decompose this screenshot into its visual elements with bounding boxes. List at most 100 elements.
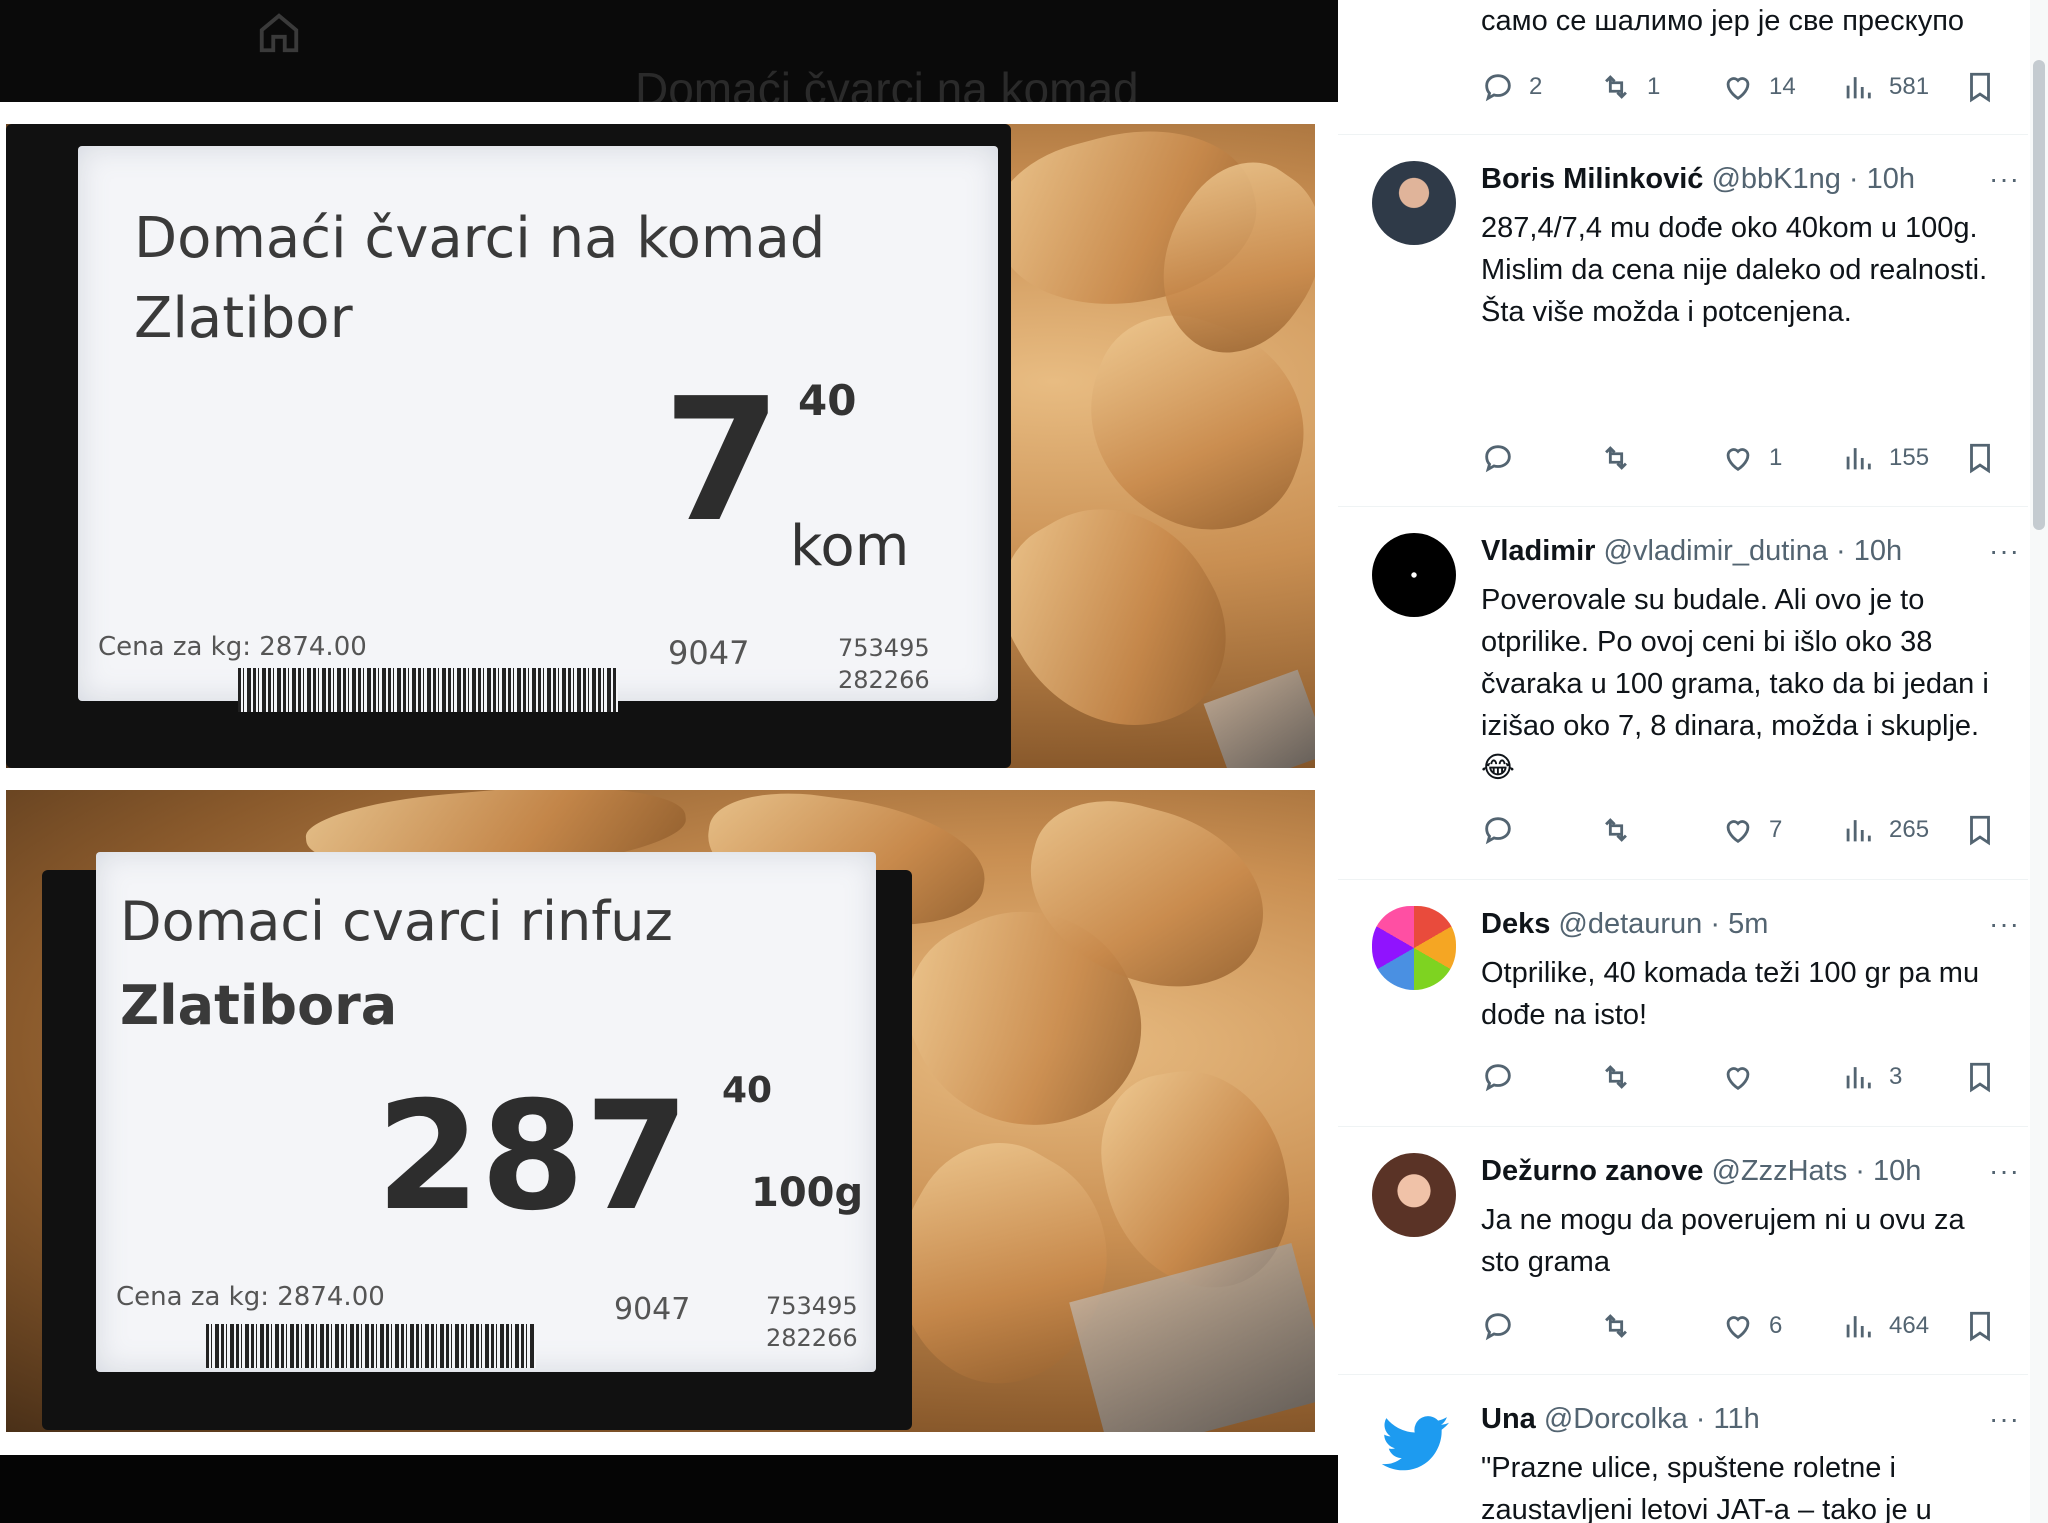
views-count: 265 bbox=[1889, 816, 1930, 843]
home-icon[interactable] bbox=[256, 10, 302, 56]
bookmark-icon bbox=[1970, 72, 1990, 103]
reply-button[interactable] bbox=[1481, 1309, 1529, 1343]
bookmark-icon bbox=[1970, 1062, 1990, 1093]
price-tag-photo-1[interactable]: Domaći čvarci na komad Zlatibor 7 40 kom… bbox=[6, 124, 1315, 768]
repost-icon bbox=[1605, 446, 1627, 470]
views-button[interactable]: 581 bbox=[1841, 70, 1929, 104]
repost-icon bbox=[1605, 1065, 1627, 1089]
heart-icon bbox=[1726, 448, 1750, 472]
reply-text: Otprilike, 40 komada teži 100 gr pa mu d… bbox=[1481, 957, 1980, 1031]
repost-icon bbox=[1605, 818, 1627, 842]
bookmark-button[interactable] bbox=[1965, 1060, 1995, 1094]
barcode bbox=[238, 668, 618, 712]
avatar[interactable] bbox=[1372, 1153, 1456, 1237]
replies-column[interactable]: само се шалимо јер је све прескупо 2 1 1… bbox=[1338, 0, 2048, 1523]
like-button[interactable]: 7 bbox=[1721, 813, 1782, 847]
repost-button[interactable]: 1 bbox=[1599, 70, 1660, 104]
views-button[interactable]: 265 bbox=[1841, 813, 1929, 847]
views-icon bbox=[1846, 1067, 1871, 1089]
reply[interactable]: Vladimir @vladimir_dutina · 10h ··· Pove… bbox=[1338, 507, 2028, 880]
bookmark-button[interactable] bbox=[1965, 813, 1995, 847]
views-icon bbox=[1846, 820, 1871, 842]
reply[interactable]: Dežurno zanove @ZzzHats · 10h ··· Ja ne … bbox=[1338, 1127, 2028, 1375]
views-count: 3 bbox=[1889, 1063, 1903, 1090]
label-price-decimals: 40 bbox=[722, 1070, 773, 1111]
viewer-bottom-bar bbox=[0, 1455, 1338, 1523]
reply-header: Una @Dorcolka · 11h bbox=[1481, 1403, 1760, 1436]
like-button[interactable]: 6 bbox=[1721, 1309, 1782, 1343]
reply-count: 2 bbox=[1529, 73, 1543, 100]
handle-and-time[interactable]: @bbK1ng · 10h bbox=[1711, 163, 1915, 195]
like-button[interactable] bbox=[1721, 1060, 1769, 1094]
price-label: Domaći čvarci na komad Zlatibor 7 40 kom… bbox=[78, 146, 998, 712]
display-name[interactable]: Boris Milinković bbox=[1481, 163, 1703, 195]
price-tag-photo-2[interactable]: Domaci cvarci rinfuz Zlatibora 287 40 10… bbox=[6, 790, 1315, 1432]
reply-actions: 1 155 bbox=[1481, 441, 2001, 481]
more-options-icon[interactable]: ··· bbox=[1989, 1155, 2020, 1187]
reply-header: Vladimir @vladimir_dutina · 10h bbox=[1481, 535, 1902, 568]
repost-button[interactable] bbox=[1599, 813, 1647, 847]
reply-icon bbox=[1485, 445, 1511, 473]
reply[interactable]: Una @Dorcolka · 11h ··· "Prazne ulice, s… bbox=[1338, 1375, 2028, 1523]
reply-text: само се шалимо јер је све прескупо bbox=[1481, 5, 1965, 37]
more-options-icon[interactable]: ··· bbox=[1989, 535, 2020, 567]
reply-button[interactable] bbox=[1481, 441, 1529, 475]
scrollbar-thumb[interactable] bbox=[2033, 60, 2045, 530]
reply-button[interactable] bbox=[1481, 813, 1529, 847]
like-count: 1 bbox=[1769, 444, 1783, 471]
label-price: 7 bbox=[663, 362, 782, 560]
label-code-3: 282266 bbox=[838, 666, 930, 694]
more-options-icon[interactable]: ··· bbox=[1989, 908, 2020, 940]
bookmark-button[interactable] bbox=[1965, 70, 1995, 104]
reply-icon bbox=[1485, 817, 1511, 845]
more-options-icon[interactable]: ··· bbox=[1989, 163, 2020, 195]
heart-icon bbox=[1726, 820, 1750, 844]
reply[interactable]: Deks @detaurun · 5m ··· Otprilike, 40 ko… bbox=[1338, 880, 2028, 1127]
handle-and-time[interactable]: @ZzzHats · 10h bbox=[1711, 1155, 1921, 1187]
handle-and-time[interactable]: @Dorcolka · 11h bbox=[1544, 1403, 1760, 1435]
repost-button[interactable] bbox=[1599, 1309, 1647, 1343]
reply-button[interactable]: 2 bbox=[1481, 70, 1542, 104]
views-icon bbox=[1846, 77, 1871, 99]
repost-button[interactable] bbox=[1599, 441, 1647, 475]
label-code-3: 282266 bbox=[766, 1324, 858, 1352]
avatar[interactable] bbox=[1372, 1401, 1456, 1485]
reply-actions: 3 bbox=[1481, 1060, 2001, 1100]
scrollbar-track[interactable] bbox=[2030, 0, 2048, 1523]
display-name[interactable]: Dežurno zanove bbox=[1481, 1155, 1703, 1187]
repost-button[interactable] bbox=[1599, 1060, 1647, 1094]
repost-count: 1 bbox=[1647, 73, 1661, 100]
views-count: 581 bbox=[1889, 73, 1930, 100]
handle-and-time[interactable]: @detaurun · 5m bbox=[1558, 908, 1768, 940]
label-subtitle: Zlatibora bbox=[120, 974, 398, 1037]
reply-button[interactable] bbox=[1481, 1060, 1529, 1094]
label-price: 287 bbox=[376, 1070, 690, 1244]
avatar[interactable] bbox=[1372, 533, 1456, 617]
reply[interactable]: Boris Milinković @bbK1ng · 10h ··· 287,4… bbox=[1338, 135, 2028, 507]
label-unit: kom bbox=[790, 514, 910, 579]
handle-and-time[interactable]: @vladimir_dutina · 10h bbox=[1604, 535, 1903, 567]
price-label: Domaci cvarci rinfuz Zlatibora 287 40 10… bbox=[96, 852, 876, 1372]
display-name[interactable]: Deks bbox=[1481, 908, 1550, 940]
views-button[interactable]: 464 bbox=[1841, 1309, 1929, 1343]
bookmark-button[interactable] bbox=[1965, 1309, 1995, 1343]
repost-icon bbox=[1605, 1314, 1627, 1338]
like-button[interactable]: 14 bbox=[1721, 70, 1796, 104]
display-name[interactable]: Una bbox=[1481, 1403, 1536, 1435]
reply-icon bbox=[1485, 1064, 1511, 1092]
avatar[interactable] bbox=[1372, 161, 1456, 245]
reply-text: Ja ne mogu da poverujem ni u ovu za sto … bbox=[1481, 1204, 1965, 1278]
reply[interactable]: само се шалимо јер је све прескупо 2 1 1… bbox=[1338, 0, 2028, 135]
display-name[interactable]: Vladimir bbox=[1481, 535, 1595, 567]
views-button[interactable]: 3 bbox=[1841, 1060, 1902, 1094]
viewer-top-bar: Domaći čvarci na komad bbox=[0, 0, 1338, 115]
avatar[interactable] bbox=[1372, 906, 1456, 990]
views-button[interactable]: 155 bbox=[1841, 441, 1929, 475]
label-code: 9047 bbox=[668, 634, 750, 672]
more-options-icon[interactable]: ··· bbox=[1989, 1403, 2020, 1435]
like-button[interactable]: 1 bbox=[1721, 441, 1782, 475]
media-viewer[interactable]: Domaći čvarci na komad Domaći čvarci na … bbox=[0, 0, 1338, 1523]
glass-edge bbox=[1203, 669, 1315, 768]
bookmark-button[interactable] bbox=[1965, 441, 1995, 475]
views-count: 155 bbox=[1889, 444, 1930, 471]
